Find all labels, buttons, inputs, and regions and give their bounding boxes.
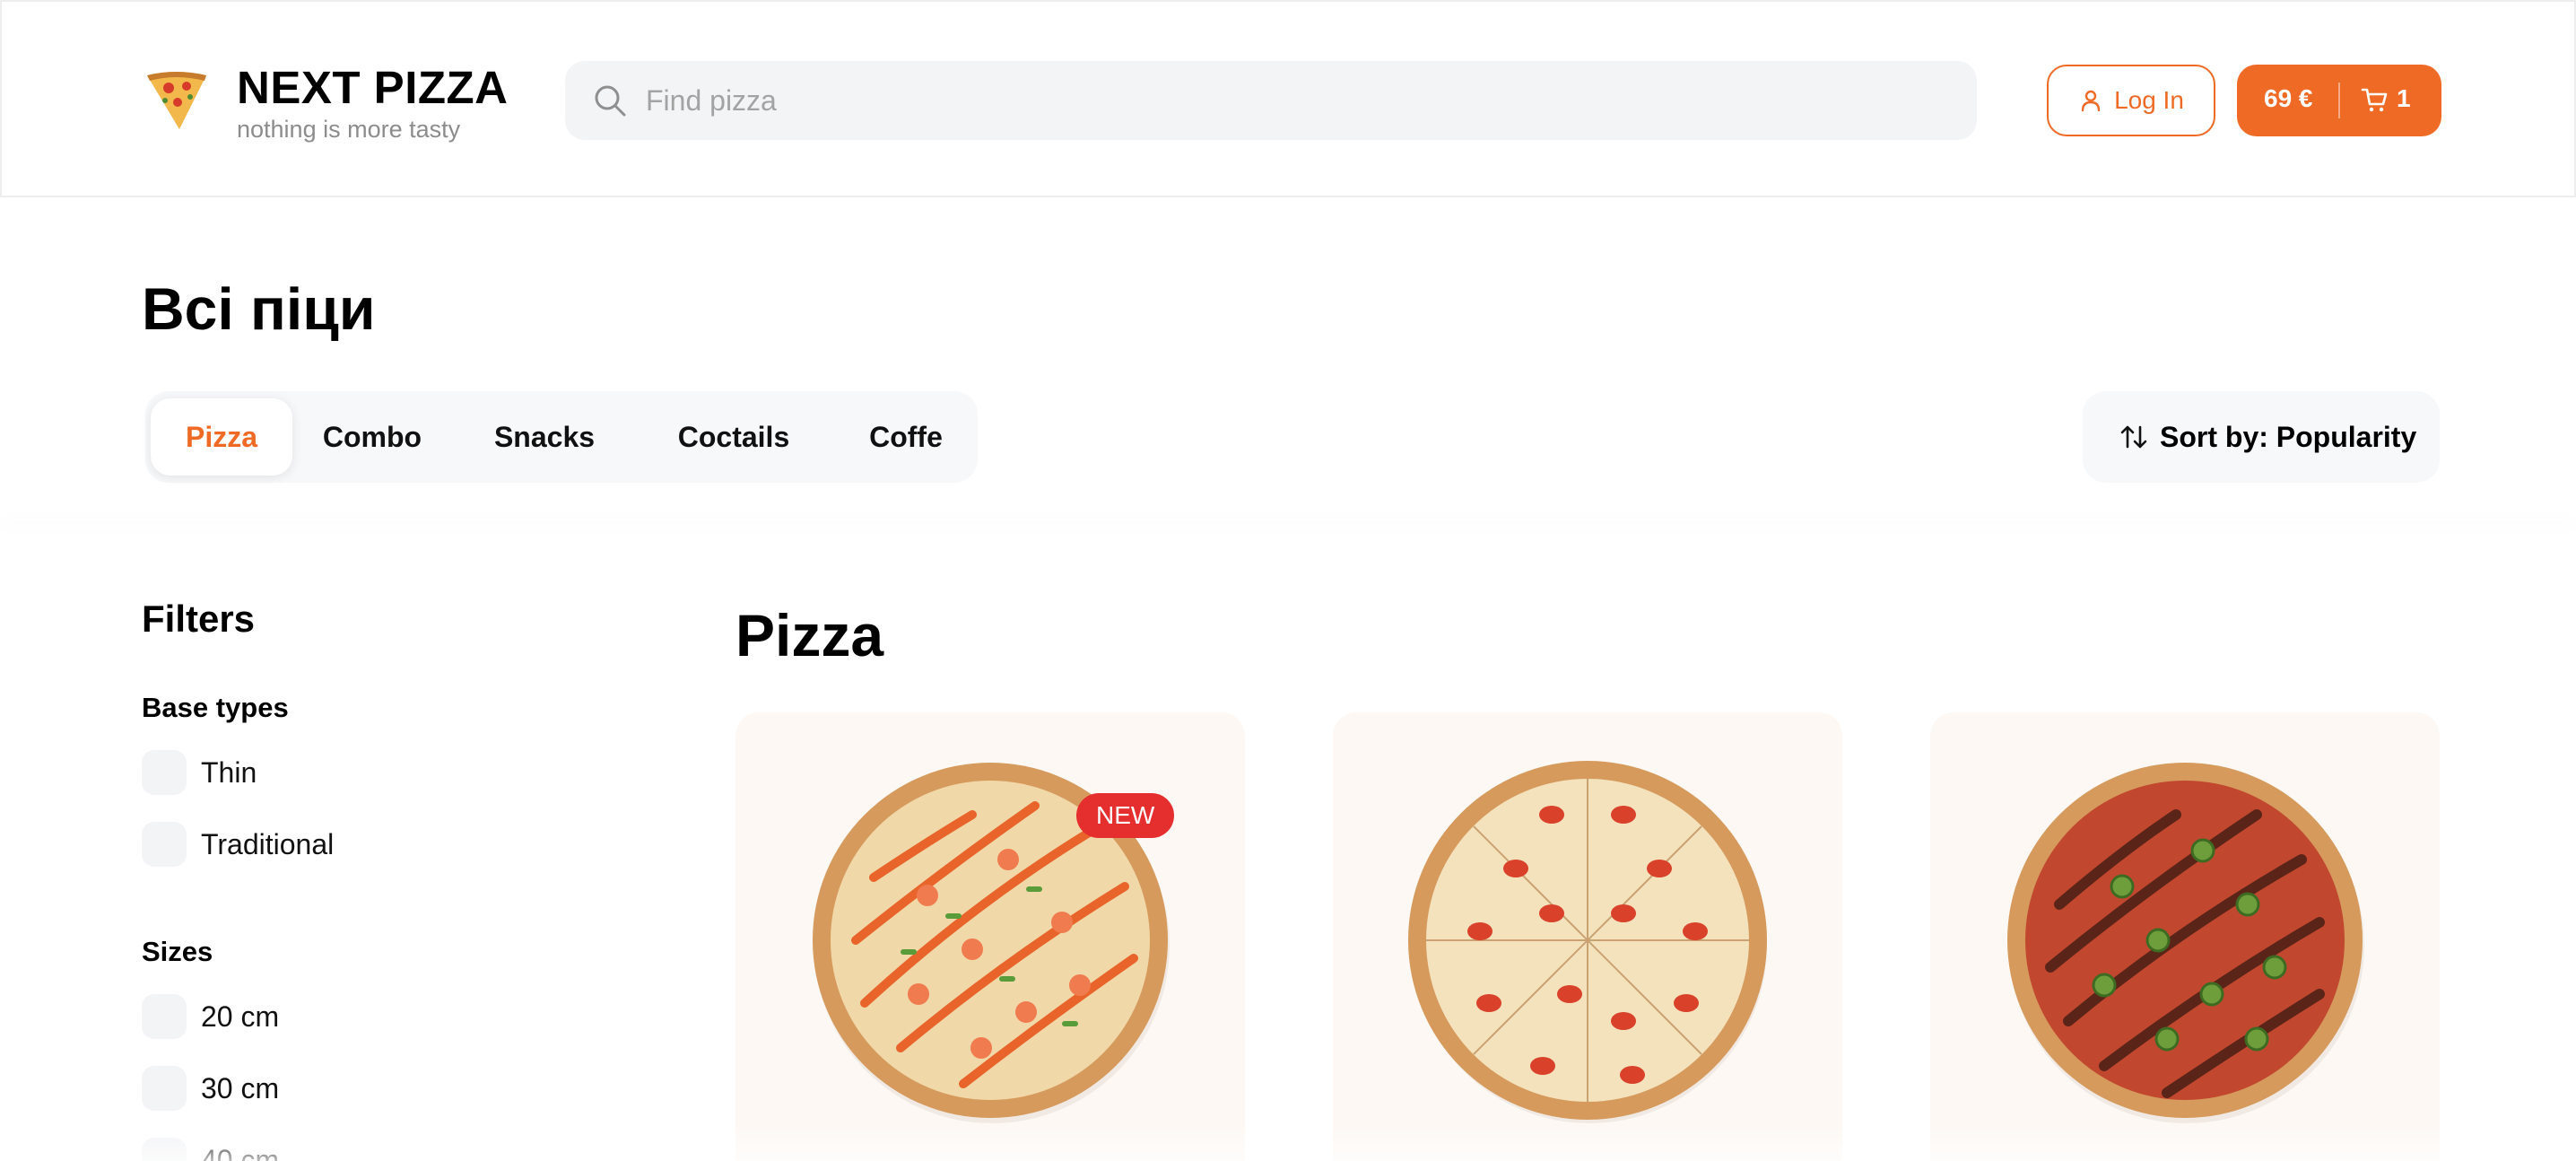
category-tabs: Pizza Combo Snacks Coctails Coffe [145,391,978,483]
tomato-pizza-image [1408,761,1767,1123]
filter-option-traditional[interactable]: Traditional [142,822,334,867]
cart-button[interactable]: 69 € 1 [2237,65,2441,136]
section-title: Pizza [735,602,884,668]
category-tab-pizza[interactable]: Pizza [151,398,292,476]
shopping-cart-icon [2361,88,2388,112]
category-tab-coffe[interactable]: Coffe [843,398,969,476]
search-input[interactable] [646,61,1955,140]
search-icon [595,85,626,117]
checkbox-label: Traditional [201,827,335,860]
category-tab-snacks[interactable]: Snacks [477,398,612,476]
brand-title: NEXT PIZZA [237,62,509,113]
sort-arrows-icon [2120,425,2147,449]
checkbox-label: Thin [201,755,257,789]
user-icon [2081,90,2101,112]
checkbox-label: 20 cm [201,1000,280,1033]
cart-divider [2338,83,2340,118]
checkbox[interactable] [142,822,187,867]
login-button[interactable]: Log In [2047,65,2215,136]
sort-dropdown[interactable]: Sort by: Popularity [2083,391,2440,483]
header: NEXT PIZZA nothing is more tasty Log In … [0,0,2576,197]
page-title: Всі піци [142,275,376,342]
category-tab-combo[interactable]: Combo [305,398,439,476]
checkbox-label: 30 cm [201,1071,280,1104]
login-label: Log In [2114,86,2184,114]
brand-subtitle: nothing is more tasty [237,116,461,143]
checkbox[interactable] [142,1066,187,1111]
sort-label: Sort by: Popularity [2160,420,2417,453]
cart-count: 1 [2397,84,2411,112]
new-badge: NEW [1076,793,1175,838]
cart-price: 69 € [2264,84,2313,112]
checkbox-label: 40 cm [201,1143,280,1161]
checkbox[interactable] [142,994,187,1039]
filter-option-thin[interactable]: Thin [142,750,257,795]
filters-title: Filters [142,598,256,640]
sizes-title: Sizes [142,936,213,967]
category-tab-coctails[interactable]: Coctails [653,398,814,476]
product-card[interactable] [1930,712,2440,1161]
filter-option-40cm[interactable]: 40 cm [142,1138,279,1161]
product-card[interactable] [1333,712,1842,1161]
search-bar[interactable] [565,61,1977,140]
jalapeno-pizza-image [2007,763,2364,1123]
pizza-slice-icon[interactable] [144,66,210,133]
top-bar-shadow [0,519,2576,520]
base-types-title: Base types [142,692,289,723]
product-card[interactable]: NEW [735,712,1245,1161]
checkbox[interactable] [142,750,187,795]
filter-option-20cm[interactable]: 20 cm [142,994,279,1039]
checkbox[interactable] [142,1138,187,1161]
filter-option-30cm[interactable]: 30 cm [142,1066,279,1111]
